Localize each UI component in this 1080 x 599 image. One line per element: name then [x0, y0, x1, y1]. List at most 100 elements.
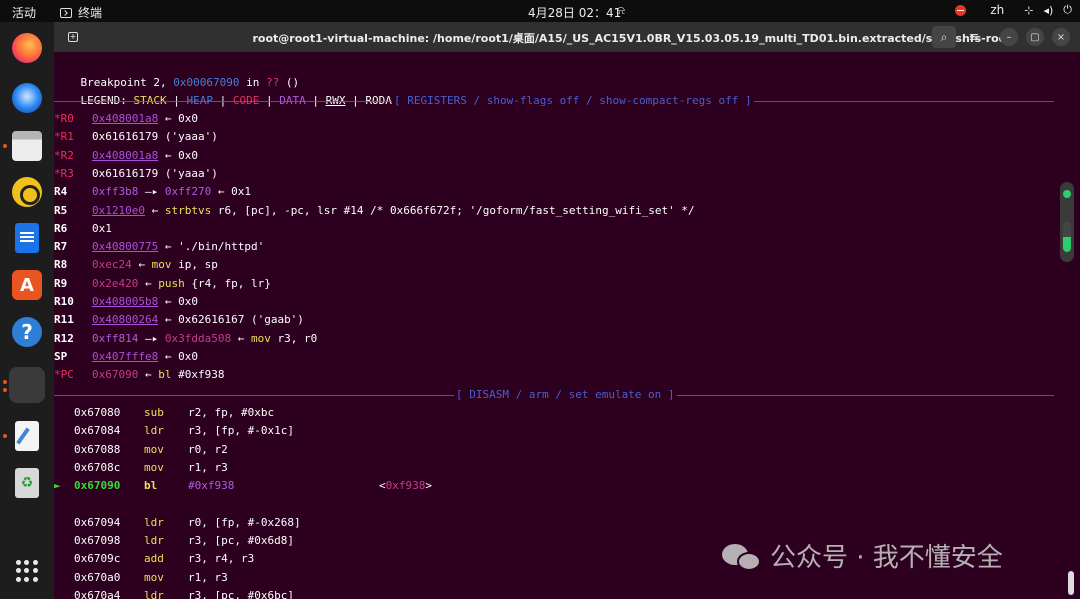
disasm-operands: r3, r4, r3 [188, 552, 255, 566]
dock-files[interactable] [9, 128, 45, 164]
register-name: R12 [54, 331, 74, 345]
running-indicator [3, 380, 7, 384]
disasm-line: 0x6708c mov r1, r3 [54, 459, 228, 477]
disasm-operands: r3, [fp, #-0x1c] [188, 424, 294, 438]
disasm-opcode: bl [144, 479, 158, 493]
input-language[interactable]: zh [990, 3, 1004, 17]
activities-button[interactable]: 活动 [12, 4, 36, 21]
register-value-part: #0xf938 [171, 368, 225, 382]
register-value-part: ← [144, 203, 165, 217]
minimize-button[interactable]: – [1000, 28, 1018, 46]
menu-button[interactable]: ≡ [962, 26, 986, 48]
register-name: *PC [54, 368, 74, 382]
register-value-part: 0x1 [92, 221, 112, 235]
maximize-button[interactable]: ▢ [1026, 28, 1044, 46]
terminal-app-icon [60, 7, 72, 18]
scrollbar-thumb[interactable] [1068, 571, 1074, 595]
dock-terminal[interactable]: >_ [9, 367, 93, 443]
register-name: R5 [54, 203, 68, 217]
disasm-address: 0x6709c [74, 552, 121, 566]
search-button[interactable]: ⌕ [932, 26, 956, 48]
running-indicator [3, 434, 7, 438]
register-row: R10 0x408005b8 ← 0x0 [54, 293, 198, 311]
network-icon: ⊹ [1024, 3, 1034, 17]
top-bar: 活动 终端 4月28日 02：41 ⍾ zh ⊹ ◂) ⏻ [0, 0, 1080, 22]
register-value-part: 0xff3b8 [92, 185, 139, 199]
register-value-part: strbtvs [164, 203, 212, 217]
register-value-part: —▸ [138, 331, 165, 345]
current-instruction-marker: ► [54, 479, 61, 493]
dock-text-editor[interactable] [9, 418, 45, 454]
watermark: 公众号 · 我不懂安全 [722, 537, 1003, 574]
register-value-part: 0x408001a8 [92, 112, 159, 125]
app-store-icon: A [12, 270, 42, 300]
disasm-operands: r0, [fp, #-0x268] [188, 515, 301, 529]
disasm-line: 0x670a0 mov r1, r3 [54, 569, 228, 587]
register-row: *R3 0x61616179 ('yaaa') [54, 165, 218, 183]
register-value-part: 0x1210e0 [92, 203, 145, 217]
register-row: R7 0x40800775 ← './bin/httpd' [54, 238, 264, 256]
register-value-part: 0x407fffe8 [92, 349, 159, 363]
register-name: *R3 [54, 166, 74, 180]
window-title: root@root1-virtual-machine: /home/root1/… [252, 32, 1012, 45]
disasm-address: 0x67090 [74, 479, 121, 493]
register-row: R6 0x1 [54, 220, 112, 238]
register-value-part: ← [138, 368, 159, 382]
clock[interactable]: 4月28日 02：41 [528, 4, 621, 21]
register-value-part: mov [151, 258, 172, 272]
register-name: R9 [54, 276, 68, 290]
dock-app-store[interactable]: A [9, 267, 45, 303]
dock-help[interactable]: ? [9, 314, 45, 350]
disasm-opcode: ldr [144, 424, 164, 438]
dock-thunderbird[interactable] [9, 80, 45, 116]
close-button[interactable]: × [1052, 28, 1070, 46]
dock: A ? >_ ♻ [0, 22, 93, 599]
disasm-opcode: ldr [144, 588, 164, 599]
disasm-address: 0x67094 [74, 515, 121, 529]
register-value-part: ← [138, 276, 159, 290]
terminal-output[interactable]: Breakpoint 2, 0x00067090 in ?? () LEGEND… [54, 52, 1080, 599]
do-not-disturb-icon [955, 4, 967, 16]
register-value-part: push [158, 276, 185, 290]
register-value-part: {r4, fp, lr} [184, 276, 271, 290]
register-name: *R1 [54, 130, 74, 144]
disasm-call-target: <0xf938> [379, 479, 432, 493]
register-value-part: ← 0x0 [158, 148, 198, 162]
trash-icon: ♻ [15, 468, 39, 498]
register-row: SP 0x407fffe8 ← 0x0 [54, 348, 198, 366]
system-tray[interactable]: zh ⊹ ◂) ⏻ [955, 3, 1072, 17]
disasm-opcode: ldr [144, 534, 164, 547]
disasm-opcode: mov [144, 460, 164, 474]
dock-firefox[interactable] [9, 30, 45, 66]
register-row: R11 0x40800264 ← 0x62616167 ('gaab') [54, 311, 304, 329]
registers-header: [ REGISTERS / show-flags off / show-comp… [392, 92, 754, 110]
register-value-part: ip, sp [171, 258, 218, 272]
disasm-line: 0x67080 sub r2, fp, #0xbc [54, 404, 274, 422]
register-value-part: 0x408005b8 [92, 295, 159, 308]
register-row: R4 0xff3b8 —▸ 0xff270 ← 0x1 [54, 183, 251, 201]
volume-icon: ◂) [1043, 3, 1054, 17]
register-row: *R0 0x408001a8 ← 0x0 [54, 110, 198, 128]
disasm-current-line: ► 0x67090 bl #0xf938 <0xf938> [54, 477, 432, 495]
dock-trash[interactable]: ♻ [9, 465, 45, 501]
disasm-address: 0x6708c [74, 460, 121, 474]
register-value-part: ← [131, 258, 152, 272]
legend-line: LEGEND: STACK | HEAP | CODE | DATA | RWX… [54, 74, 406, 107]
help-icon: ? [12, 317, 42, 347]
disasm-address: 0x670a4 [74, 588, 121, 599]
disasm-operands: r1, r3 [188, 570, 228, 584]
thunderbird-icon [12, 83, 42, 113]
register-value-part: 0x40800775 [92, 240, 159, 254]
register-row: R12 0xff814 —▸ 0x3fdda508 ← mov r3, r0 [54, 330, 317, 348]
breakpoint-line: Breakpoint 2, 0x00067090 in ?? () [54, 56, 300, 89]
disasm-opcode: ldr [144, 515, 164, 529]
dock-rhythmbox[interactable] [9, 174, 45, 210]
disasm-address: 0x67098 [74, 534, 121, 547]
disasm-opcode: sub [144, 406, 164, 419]
register-value-part: —▸ [138, 185, 165, 199]
dock-writer[interactable] [9, 220, 45, 256]
register-value-part: 0x61616179 ('yaaa') [92, 130, 218, 144]
register-value-part: 0xff814 [92, 331, 139, 345]
show-apps-icon[interactable] [16, 560, 38, 582]
app-menu[interactable]: 终端 [60, 4, 102, 21]
